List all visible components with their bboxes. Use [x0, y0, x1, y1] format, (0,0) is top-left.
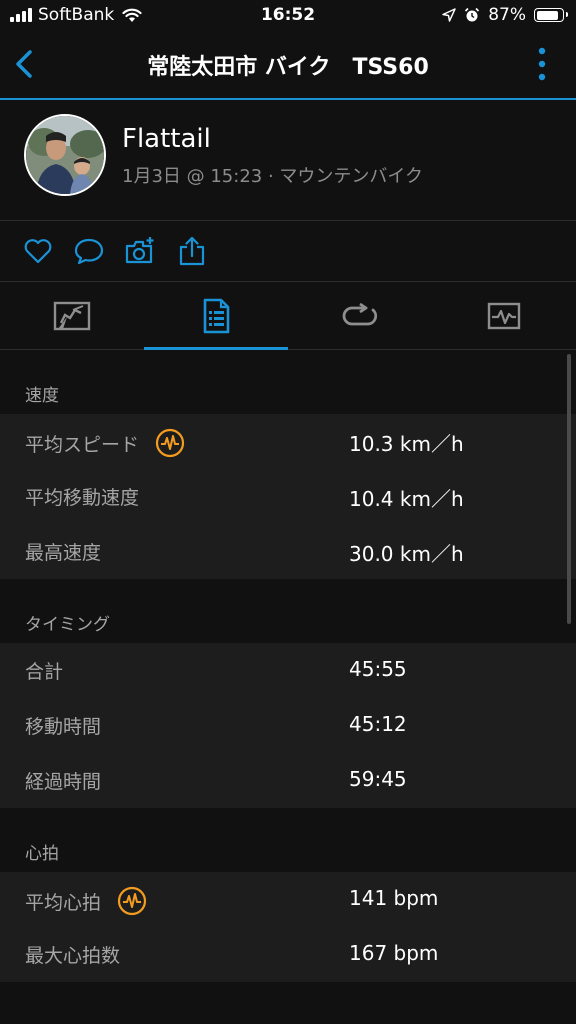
stat-label: 合計: [25, 661, 64, 683]
stat-label: 最大心拍数: [25, 945, 121, 967]
status-bar: SoftBank 16:52 87%: [0, 0, 576, 32]
stat-value: 10.4 km／h: [349, 487, 464, 511]
stats-list-icon: [203, 298, 230, 333]
tab-stats[interactable]: [144, 282, 288, 350]
stat-value: 45:12: [349, 712, 407, 736]
activity-title: 常陸太田市 バイク TSS60: [147, 55, 429, 80]
section-title: 心拍: [25, 844, 59, 864]
action-bar: [0, 221, 576, 282]
map-icon: [53, 301, 91, 330]
activity-meta: 1月3日 @ 15:23 · マウンテンバイク: [122, 166, 424, 187]
stat-value: 141 bpm: [349, 886, 439, 910]
stat-value: 10.3 km／h: [349, 432, 464, 456]
heart-rate-zone-badge-icon[interactable]: [117, 886, 147, 916]
chart-icon: [487, 302, 521, 329]
stat-label: 平均移動速度: [25, 487, 140, 509]
location-arrow-icon: [442, 8, 456, 22]
comment-icon[interactable]: [73, 235, 105, 267]
battery-percent: 87%: [488, 5, 526, 25]
stat-label: 移動時間: [25, 716, 102, 738]
user-name[interactable]: Flattail: [122, 124, 211, 154]
battery-icon: [534, 8, 568, 22]
avatar[interactable]: [24, 114, 106, 196]
nav-bar: 常陸太田市 バイク TSS60: [0, 32, 576, 100]
heart-rate-zone-badge-icon[interactable]: [155, 428, 185, 458]
stat-row-max-speed: 最高速度 30.0 km／h: [0, 524, 576, 579]
stat-row-elapsed-time: 経過時間 59:45: [0, 753, 576, 808]
stat-value: 30.0 km／h: [349, 542, 464, 566]
add-photo-icon[interactable]: [124, 235, 156, 267]
avatar-photo: [26, 116, 104, 194]
activity-owner: Flattail 1月3日 @ 15:23 · マウンテンバイク: [0, 100, 576, 221]
section-title: 速度: [25, 386, 59, 406]
more-options-icon[interactable]: [538, 47, 546, 81]
stat-row-total-time: 合計 45:55: [0, 643, 576, 698]
stat-row-avg-speed: 平均スピード 10.3 km／h: [0, 414, 576, 469]
stat-label: 最高速度: [25, 542, 102, 564]
back-chevron-icon[interactable]: [10, 46, 40, 82]
section-header-speed: 速度: [0, 350, 576, 414]
stat-value: 167 bpm: [349, 941, 439, 965]
alarm-icon: [465, 7, 480, 22]
stat-row-max-heart-rate: 最大心拍数 167 bpm: [0, 927, 576, 982]
status-right: 87%: [442, 5, 568, 25]
heart-icon[interactable]: [22, 235, 54, 267]
tab-laps[interactable]: [288, 282, 432, 349]
section-header-heart-rate: 心拍: [0, 808, 576, 872]
stats-list[interactable]: 速度 平均スピード 10.3 km／h 平均移動速度 10.4 km／h 最高速…: [0, 350, 576, 1024]
stat-row-avg-moving-speed: 平均移動速度 10.4 km／h: [0, 469, 576, 524]
stat-row-moving-time: 移動時間 45:12: [0, 698, 576, 753]
section-title: タイミング: [25, 615, 110, 635]
stat-value: 45:55: [349, 657, 407, 681]
laps-icon: [342, 302, 378, 325]
stat-value: 59:45: [349, 767, 407, 791]
tab-charts[interactable]: [432, 282, 576, 349]
scrollbar[interactable]: [567, 354, 571, 624]
tab-bar: [0, 282, 576, 350]
stat-label: 平均心拍: [25, 891, 102, 914]
section-header-timing: タイミング: [0, 579, 576, 643]
stat-label: 平均スピード: [25, 433, 140, 456]
stat-row-avg-heart-rate: 平均心拍 141 bpm: [0, 872, 576, 927]
tab-map[interactable]: [0, 282, 144, 349]
share-icon[interactable]: [176, 235, 208, 267]
stat-label: 経過時間: [25, 771, 102, 793]
